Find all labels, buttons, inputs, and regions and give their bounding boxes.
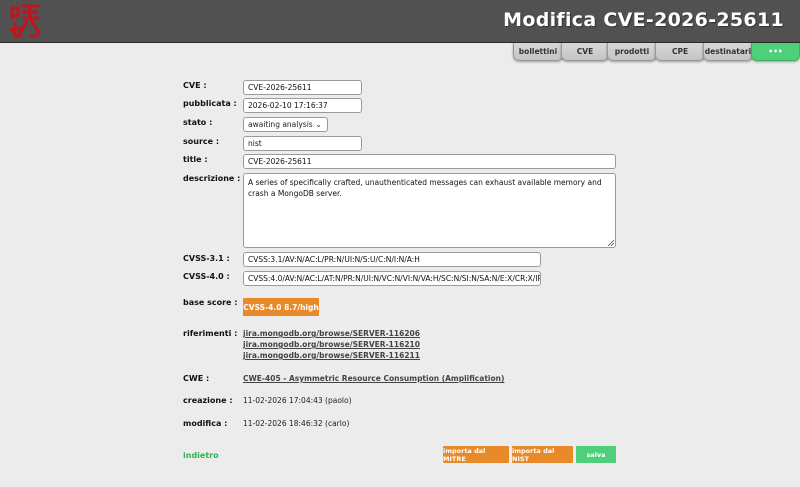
descrizione-text: A series of specifically crafted, unauth… xyxy=(248,178,602,198)
title-input[interactable]: CVE-2026-25611 xyxy=(243,154,616,169)
tab-destinatari[interactable]: destinatari xyxy=(703,43,753,61)
descrizione-textarea[interactable]: A series of specifically crafted, unauth… xyxy=(243,173,616,248)
cvss31-label: CVSS-3.1 : xyxy=(183,254,230,263)
source-label: source : xyxy=(183,137,220,146)
calligraphy-logo-icon[interactable] xyxy=(5,1,45,41)
more-tabs-button[interactable]: ••• xyxy=(751,43,800,61)
cwe-link[interactable]: CWE-405 - Asymmetric Resource Consumptio… xyxy=(243,374,504,383)
import-nist-button[interactable]: importa dal NIST xyxy=(512,446,573,463)
source-input[interactable]: nist xyxy=(243,136,362,151)
tab-bollettini[interactable]: bollettini xyxy=(513,43,563,61)
back-link[interactable]: indietro xyxy=(183,451,219,460)
cvss40-input[interactable]: CVSS:4.0/AV:N/AC:L/AT:N/PR:N/UI:N/VC:N/V… xyxy=(243,271,541,286)
chevron-down-icon: ⌄ xyxy=(315,120,322,129)
modifica-label: modifica : xyxy=(183,419,228,428)
base-score-label: base score : xyxy=(183,298,238,307)
page-title: Modifica CVE-2026-25611 xyxy=(503,9,784,31)
stato-select[interactable]: awaiting analysis ⌄ xyxy=(243,117,328,132)
creazione-value: 11-02-2026 17:04:43 (paolo) xyxy=(243,396,352,405)
pubblicata-label: pubblicata : xyxy=(183,99,237,108)
reference-link[interactable]: jira.mongodb.org/browse/SERVER-116210 xyxy=(243,340,420,349)
pubblicata-input[interactable]: 2026-02-10 17:16:37 xyxy=(243,98,362,113)
save-button[interactable]: salva xyxy=(576,446,616,463)
base-score-badge: CVSS-4.0 8.7/high xyxy=(243,298,319,316)
modifica-value: 11-02-2026 18:46:32 (carlo) xyxy=(243,419,350,428)
reference-link[interactable]: jira.mongodb.org/browse/SERVER-116211 xyxy=(243,351,420,360)
tab-cpe[interactable]: CPE xyxy=(655,43,705,61)
resize-grip-icon[interactable] xyxy=(608,240,614,246)
creazione-label: creazione : xyxy=(183,396,233,405)
riferimenti-label: riferimenti : xyxy=(183,329,238,338)
title-label: title : xyxy=(183,155,208,164)
descrizione-label: descrizione : xyxy=(183,174,241,183)
cve-label: CVE : xyxy=(183,81,207,90)
tab-prodotti[interactable]: prodotti xyxy=(607,43,657,61)
cve-input[interactable]: CVE-2026-25611 xyxy=(243,80,362,95)
cwe-label: CWE : xyxy=(183,374,210,383)
import-mitre-button[interactable]: importa dal MITRE xyxy=(443,446,509,463)
stato-selected-value: awaiting analysis xyxy=(248,120,313,129)
cvss40-label: CVSS-4.0 : xyxy=(183,272,230,281)
reference-link[interactable]: jira.mongodb.org/browse/SERVER-116206 xyxy=(243,329,420,338)
app-header: Modifica CVE-2026-25611 xyxy=(0,0,800,43)
tab-cve[interactable]: CVE xyxy=(561,43,609,61)
cvss31-input[interactable]: CVSS:3.1/AV:N/AC:L/PR:N/UI:N/S:U/C:N/I:N… xyxy=(243,252,541,267)
stato-label: stato : xyxy=(183,118,213,127)
